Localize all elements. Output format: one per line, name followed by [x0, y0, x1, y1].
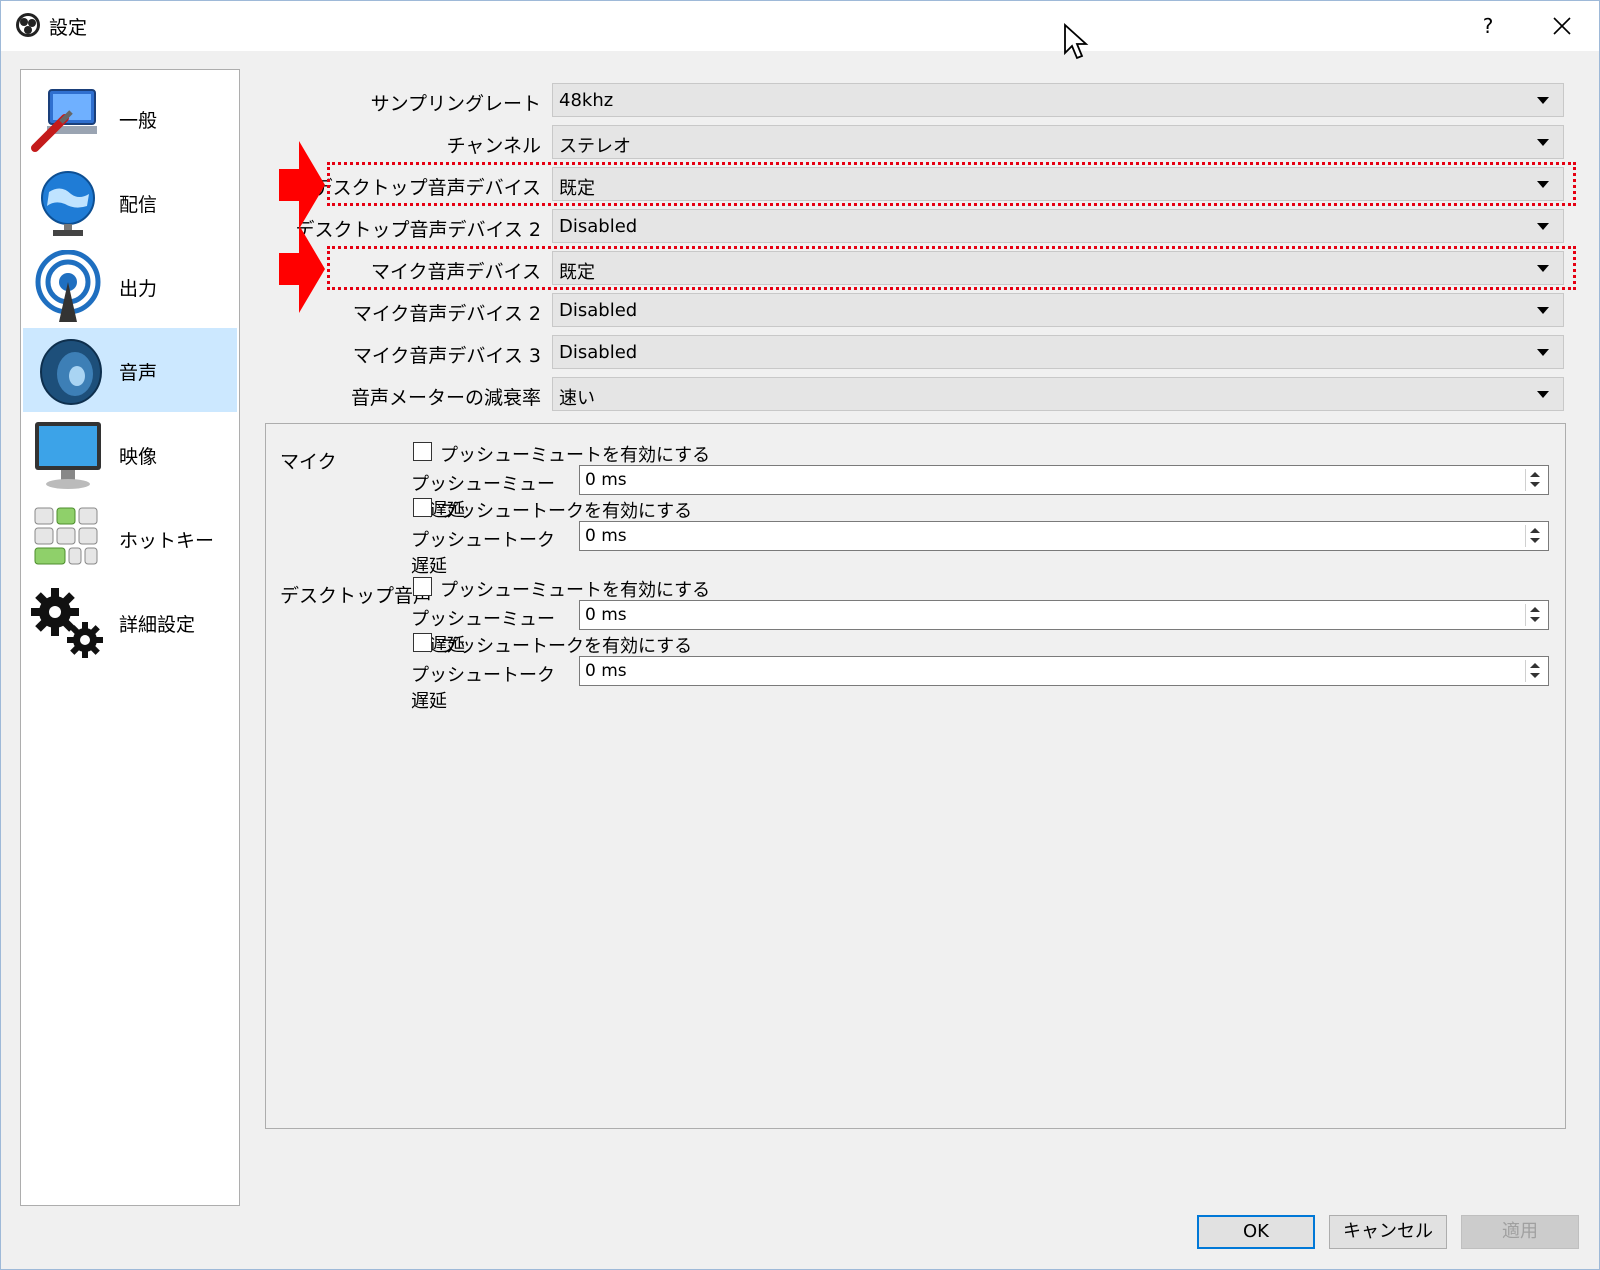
spin-buttons[interactable]: [1525, 604, 1544, 626]
sidebar-item-label: 出力: [119, 278, 158, 300]
spinbox-value: 0 ms: [585, 470, 627, 490]
red-arrow-icon: [279, 141, 325, 229]
meter-decay-label: 音声メーターの減衰率: [350, 387, 541, 409]
chevron-down-icon: [1537, 307, 1549, 314]
checkbox-label: プッシュートークを有効にする: [440, 501, 693, 522]
checkbox-label: プッシューミュートを有効にする: [440, 580, 711, 601]
help-button[interactable]: ?: [1471, 9, 1505, 43]
sidebar-item-hotkeys[interactable]: ホットキー: [23, 496, 237, 580]
spinbox-value: 0 ms: [585, 526, 627, 546]
checkbox-label: プッシュートークを有効にする: [440, 636, 693, 657]
close-icon: [1553, 17, 1571, 35]
spin-up-icon[interactable]: [1530, 528, 1540, 533]
chevron-down-icon: [1537, 391, 1549, 398]
advanced-gears-icon: [31, 588, 103, 658]
sample-rate-combo[interactable]: 48khz: [552, 83, 1564, 117]
sample-rate-label: サンプリングレート: [370, 93, 541, 115]
spin-buttons[interactable]: [1525, 525, 1544, 547]
ok-button[interactable]: OK: [1197, 1215, 1315, 1249]
combo-value: Disabled: [559, 300, 638, 321]
desktop-push-to-talk-delay-spinbox[interactable]: 0 ms: [579, 656, 1549, 686]
sidebar-item-label: 配信: [119, 194, 158, 216]
spinbox-value: 0 ms: [585, 605, 627, 625]
settings-sidebar: 一般 配信 出力 音声 映像 ホットキー 詳細設定: [20, 69, 240, 1206]
general-icon: [31, 89, 97, 152]
hotkeys-icon: [34, 507, 98, 565]
close-button[interactable]: [1545, 9, 1579, 43]
sidebar-item-stream[interactable]: 配信: [23, 160, 237, 244]
mic-push-to-mute-checkbox[interactable]: [413, 442, 432, 461]
window-title: 設定: [49, 17, 88, 39]
apply-button[interactable]: 適用: [1461, 1215, 1579, 1249]
mic-push-to-talk-delay-label: プッシュートーク遅延: [411, 530, 555, 577]
sidebar-item-output[interactable]: 出力: [23, 244, 237, 328]
meter-decay-combo[interactable]: 速い: [552, 377, 1564, 411]
title-bar: 設定 ?: [1, 1, 1599, 51]
chevron-down-icon: [1537, 97, 1549, 104]
checkbox-label: プッシューミュートを有効にする: [440, 445, 711, 466]
spin-down-icon[interactable]: [1530, 617, 1540, 622]
sidebar-item-audio[interactable]: 音声: [23, 328, 237, 412]
mic-push-to-talk-delay-spinbox[interactable]: 0 ms: [579, 521, 1549, 551]
desktop-group-label: デスクトップ音声: [280, 585, 433, 607]
spin-buttons[interactable]: [1525, 469, 1544, 491]
combo-value: 48khz: [559, 90, 614, 111]
mic-audio-device-3-combo[interactable]: Disabled: [552, 335, 1564, 369]
desktop-audio-highlight-box: [327, 162, 1576, 206]
sidebar-item-general[interactable]: 一般: [23, 76, 237, 160]
channels-combo[interactable]: ステレオ: [552, 125, 1564, 159]
chevron-down-icon: [1537, 139, 1549, 146]
spin-up-icon[interactable]: [1530, 472, 1540, 477]
mic-push-to-mute-delay-spinbox[interactable]: 0 ms: [579, 465, 1549, 495]
spin-down-icon[interactable]: [1530, 673, 1540, 678]
sidebar-item-label: ホットキー: [119, 530, 215, 552]
chevron-down-icon: [1537, 349, 1549, 356]
spin-buttons[interactable]: [1525, 660, 1544, 682]
obs-logo-icon: [16, 13, 40, 37]
combo-value: 速い: [559, 388, 595, 409]
desktop-push-to-talk-checkbox[interactable]: [413, 633, 432, 652]
sidebar-item-label: 音声: [119, 362, 158, 384]
spin-down-icon[interactable]: [1530, 482, 1540, 487]
mouse-cursor-icon: [1064, 23, 1089, 60]
settings-window: 設定 ? 一般 配信 出力 音声 映像 ホットキー 詳細設定 サンプリングレート…: [0, 0, 1600, 1270]
sidebar-item-video[interactable]: 映像: [23, 412, 237, 496]
sidebar-item-label: 映像: [119, 446, 158, 468]
output-antenna-icon: [35, 250, 101, 322]
audio-speaker-icon: [40, 339, 102, 405]
mic-group-label: マイク: [280, 451, 337, 473]
desktop-push-to-mute-checkbox[interactable]: [413, 577, 432, 596]
combo-value: Disabled: [559, 216, 638, 237]
stream-globe-icon: [41, 171, 95, 236]
cancel-button[interactable]: キャンセル: [1329, 1215, 1447, 1249]
mic-audio-highlight-box: [327, 246, 1576, 290]
sidebar-item-label: 一般: [119, 110, 158, 132]
mic-audio-device-2-combo[interactable]: Disabled: [552, 293, 1564, 327]
spin-down-icon[interactable]: [1530, 538, 1540, 543]
desktop-push-to-mute-delay-spinbox[interactable]: 0 ms: [579, 600, 1549, 630]
video-monitor-icon: [35, 422, 101, 489]
desktop-push-to-talk-delay-label: プッシュートーク遅延: [411, 665, 555, 712]
red-arrow-icon: [279, 225, 325, 313]
spinbox-value: 0 ms: [585, 661, 627, 681]
sidebar-item-label: 詳細設定: [119, 614, 196, 636]
spin-up-icon[interactable]: [1530, 607, 1540, 612]
mic-audio-device-3-label: マイク音声デバイス 3: [352, 345, 541, 367]
combo-value: Disabled: [559, 342, 638, 363]
sidebar-item-advanced[interactable]: 詳細設定: [23, 580, 237, 664]
mic-push-to-talk-checkbox[interactable]: [413, 498, 432, 517]
combo-value: ステレオ: [559, 136, 631, 157]
desktop-audio-device-2-combo[interactable]: Disabled: [552, 209, 1564, 243]
chevron-down-icon: [1537, 223, 1549, 230]
spin-up-icon[interactable]: [1530, 663, 1540, 668]
